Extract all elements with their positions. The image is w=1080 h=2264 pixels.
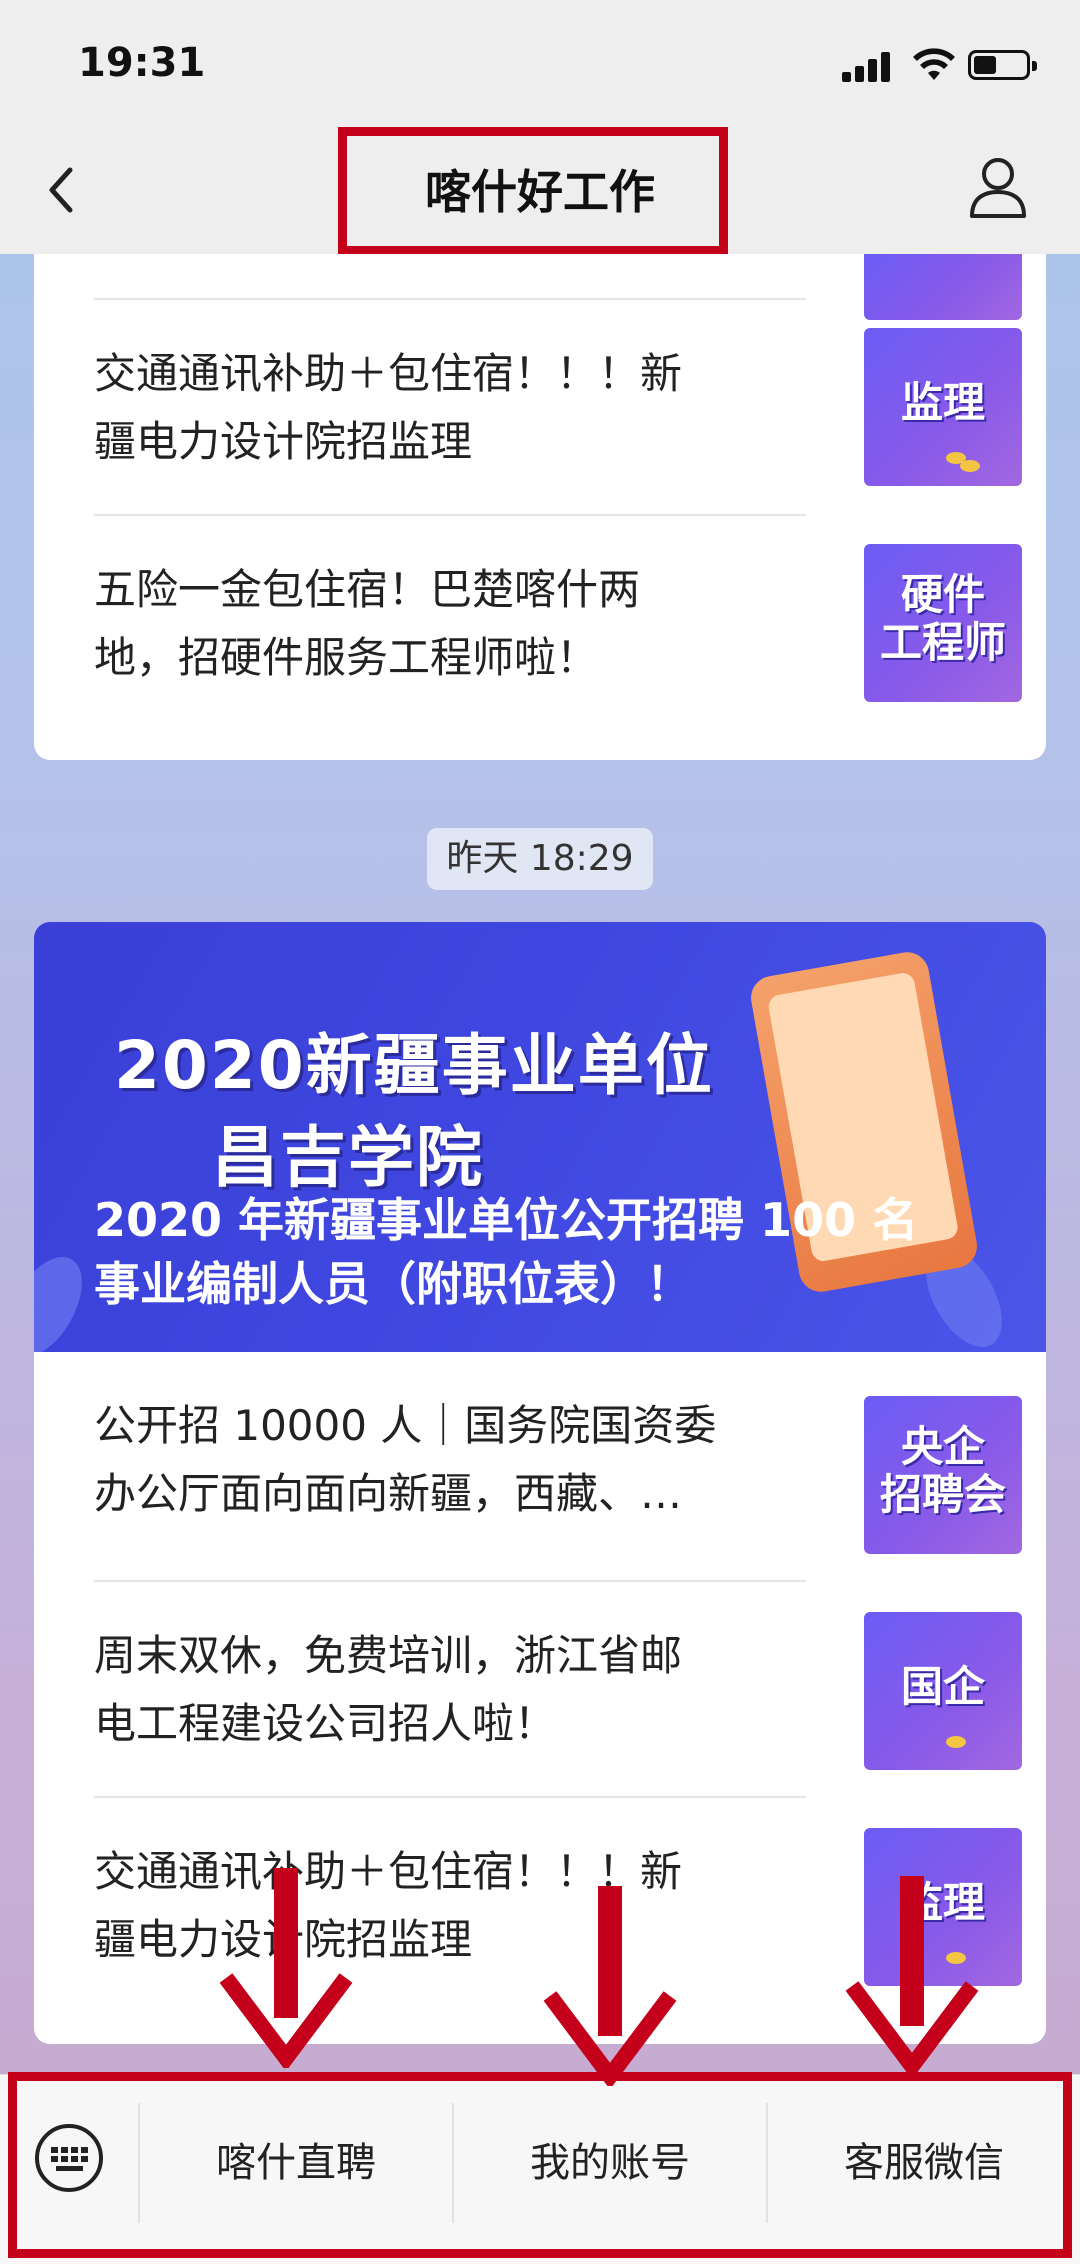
battery-icon [968, 50, 1037, 80]
article-thumbnail[interactable]: 监理 [864, 328, 1022, 486]
article-card: 2020新疆事业单位 昌吉学院 2020 年新疆事业单位公开招聘 100 名 事… [34, 922, 1046, 2044]
thumbnail-caption: 央企 [900, 1422, 985, 1471]
article-title-line: 周末双休，免费培训，浙江省邮 [94, 1631, 683, 1680]
article-title-line: 公开招 10000 人｜国务院国资委 [94, 1401, 717, 1450]
thumbnail-caption: 硬件 [900, 570, 985, 619]
article-thumbnail[interactable]: 硬件 工程师 [864, 544, 1022, 702]
article-title-line: 疆电力设计院招监理 [94, 417, 473, 466]
thumbnail-caption: 监理 [900, 1878, 985, 1927]
nav-bar: 喀什好工作 [0, 130, 1080, 254]
back-arrow-icon[interactable] [40, 160, 90, 220]
article-title-line: 五险一金包住宿！巴楚喀什两 [94, 565, 641, 614]
thumbnail-caption: 工程师 [879, 618, 1006, 667]
article-item[interactable]: 公开招 10000 人｜国务院国资委 办公厅面向面向新疆，西藏、… [94, 1352, 806, 1568]
message-timestamp: 昨天 18:29 [427, 828, 653, 890]
thumbnail-caption: 监理 [900, 378, 985, 427]
article-item[interactable]: 五险一金包住宿！巴楚喀什两 地，招硬件服务工程师啦！ [94, 516, 806, 732]
article-thumbnail[interactable]: 央企 招聘会 [864, 1396, 1022, 1554]
thumbnail-caption: 国企 [900, 1662, 985, 1711]
user-profile-icon[interactable] [966, 152, 1030, 222]
custom-menu-bar: 喀什直聘 我的账号 客服微信 [0, 2074, 1080, 2264]
keyboard-toggle-icon[interactable] [34, 2123, 104, 2193]
article-thumbnail-partial [864, 254, 1022, 320]
banner-caption-line: 事业编制人员（附职位表）！ [94, 1257, 692, 1311]
menu-button-my-account[interactable]: 我的账号 [454, 2103, 766, 2223]
banner-caption-line: 2020 年新疆事业单位公开招聘 100 名 [94, 1193, 919, 1247]
article-title-line: 交通通讯补助＋包住宿！！！新 [94, 1847, 683, 1896]
cellular-signal-icon [842, 50, 894, 82]
page-title: 喀什好工作 [425, 165, 655, 219]
article-title-line: 办公厅面向面向新疆，西藏、… [94, 1469, 683, 1518]
banner-subheadline: 昌吉学院 [212, 1119, 484, 1196]
banner-headline: 2020新疆事业单位 [114, 1027, 714, 1104]
wifi-icon [913, 48, 955, 80]
featured-article-banner[interactable]: 2020新疆事业单位 昌吉学院 2020 年新疆事业单位公开招聘 100 名 事… [34, 922, 1046, 1352]
article-thumbnail[interactable]: 监理 [864, 1828, 1022, 1986]
menu-button-customer-service[interactable]: 客服微信 [768, 2103, 1080, 2223]
article-title-line: 交通通讯补助＋包住宿！！！新 [94, 349, 683, 398]
article-item[interactable]: 周末双休，免费培训，浙江省邮 电工程建设公司招人啦！ [94, 1582, 806, 1798]
status-time: 19:31 [78, 40, 206, 86]
menu-button-kashi-zhipin[interactable]: 喀什直聘 [140, 2103, 452, 2223]
status-bar: 19:31 [0, 0, 1080, 130]
article-item[interactable]: 交通通讯补助＋包住宿！！！新 疆电力设计院招监理 [94, 1798, 806, 2014]
article-card-previous: 交通通讯补助＋包住宿！！！新 疆电力设计院招监理 监理 五险一金包住宿！巴楚喀什… [34, 254, 1046, 760]
article-item[interactable]: 交通通讯补助＋包住宿！！！新 疆电力设计院招监理 [94, 300, 806, 516]
thumbnail-caption: 招聘会 [879, 1470, 1006, 1519]
article-thumbnail[interactable]: 国企 [864, 1612, 1022, 1770]
article-title-line: 电工程建设公司招人啦！ [94, 1699, 557, 1748]
article-title-line: 疆电力设计院招监理 [94, 1915, 473, 1964]
article-title-line: 地，招硬件服务工程师啦！ [94, 633, 599, 682]
